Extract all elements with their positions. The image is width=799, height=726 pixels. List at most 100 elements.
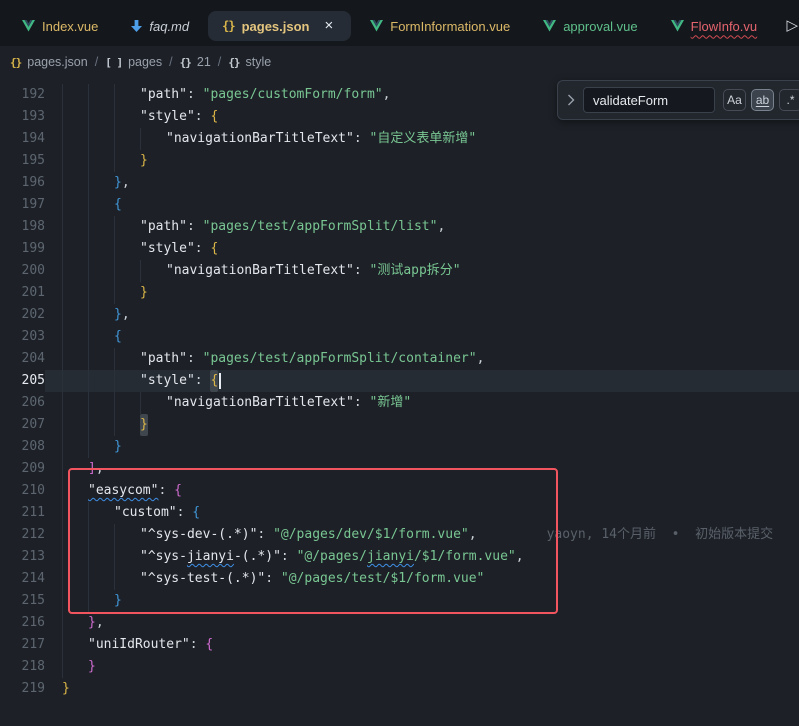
- indent-guides: [62, 106, 140, 128]
- tab-FlowInfo.vu[interactable]: FlowInfo.vu: [657, 12, 771, 41]
- code-token: "path": [140, 84, 187, 106]
- code-line-204[interactable]: 204"path": "pages/test/appFormSplit/cont…: [0, 348, 799, 370]
- code-token: "@/pages/dev/$1/form.vue": [273, 524, 469, 546]
- code-token: "path": [140, 348, 187, 370]
- braces-icon: {}: [10, 56, 21, 69]
- breadcrumb-item-21[interactable]: {}21: [180, 55, 211, 69]
- find-widget: Aaab .*: [557, 80, 799, 120]
- indent-guides: [62, 634, 88, 656]
- breadcrumb-item-style[interactable]: {}style: [228, 55, 271, 69]
- code-line-207[interactable]: 207}: [0, 414, 799, 436]
- code-line-213[interactable]: 213"^sys-jianyi-(.*)": "@/pages/jianyi/$…: [0, 546, 799, 568]
- line-content: "uniIdRouter": {: [45, 634, 799, 656]
- regex-button[interactable]: .*: [779, 89, 799, 111]
- code-token: "@/pages/test/$1/form.vue": [281, 568, 485, 590]
- tab-approval.vue[interactable]: approval.vue: [529, 12, 651, 41]
- regex-button-label: .*: [786, 93, 794, 107]
- code-line-208[interactable]: 208}: [0, 436, 799, 458]
- code-line-199[interactable]: 199"style": {: [0, 238, 799, 260]
- indent-guides: [62, 216, 140, 238]
- breadcrumb-item-pages[interactable]: [ ]pages: [105, 55, 162, 69]
- braces-icon: {}: [228, 56, 239, 69]
- line-content: }: [45, 282, 799, 304]
- match-case-button-label: Aa: [727, 93, 742, 107]
- whole-word-button[interactable]: ab: [751, 89, 774, 111]
- code-line-210[interactable]: 210"easycom": {: [0, 480, 799, 502]
- code-line-215[interactable]: 215}: [0, 590, 799, 612]
- indent-guides: [62, 282, 140, 304]
- json-icon: {}: [222, 19, 234, 33]
- editor-pane: 192"path": "pages/customForm/form",193"s…: [0, 78, 799, 726]
- tab-FormInformation.vue[interactable]: FormInformation.vue: [356, 12, 524, 41]
- code-token: {: [174, 480, 182, 502]
- code-token: "pages/customForm/form": [203, 84, 383, 106]
- code-token: "custom": [114, 502, 177, 524]
- line-number: 212: [0, 524, 45, 546]
- match-case-button[interactable]: Aa: [723, 89, 746, 111]
- code-line-206[interactable]: 206"navigationBarTitleText": "新增": [0, 392, 799, 414]
- line-content: "navigationBarTitleText": "自定义表单新增": [45, 128, 799, 150]
- code-line-198[interactable]: 198"path": "pages/test/appFormSplit/list…: [0, 216, 799, 238]
- toggle-replace-chevron-icon[interactable]: [567, 94, 575, 106]
- code-line-212[interactable]: 212"^sys-dev-(.*)": "@/pages/dev/$1/form…: [0, 524, 799, 546]
- code-line-205[interactable]: 205"style": {: [0, 370, 799, 392]
- code-line-195[interactable]: 195}: [0, 150, 799, 172]
- code-token: "navigationBarTitleText": [166, 128, 354, 150]
- line-number: 208: [0, 436, 45, 458]
- code-line-200[interactable]: 200"navigationBarTitleText": "测试app拆分": [0, 260, 799, 282]
- code-line-211[interactable]: 211"custom": {: [0, 502, 799, 524]
- tab-Index.vue[interactable]: Index.vue: [8, 12, 112, 41]
- line-content: }: [45, 656, 799, 678]
- line-content: }: [45, 436, 799, 458]
- code-line-203[interactable]: 203{: [0, 326, 799, 348]
- indent-guides: [62, 150, 140, 172]
- code-line-216[interactable]: 216},: [0, 612, 799, 634]
- code-token: :: [354, 260, 370, 282]
- code-token: {: [210, 238, 218, 260]
- code-line-196[interactable]: 196},: [0, 172, 799, 194]
- line-content: },: [45, 304, 799, 326]
- indent-guides: [62, 436, 114, 458]
- code-area[interactable]: 192"path": "pages/customForm/form",193"s…: [0, 78, 799, 700]
- code-token: :: [195, 106, 211, 128]
- code-line-219[interactable]: 219}: [0, 678, 799, 700]
- code-line-201[interactable]: 201}: [0, 282, 799, 304]
- code-token: "style": [140, 370, 195, 392]
- code-token: "style": [140, 106, 195, 128]
- tab-faq.md[interactable]: faq.md: [117, 12, 203, 41]
- code-line-197[interactable]: 197{: [0, 194, 799, 216]
- code-token: :: [187, 216, 203, 238]
- code-token: /$1/form.vue": [414, 546, 516, 568]
- indent-guides: [62, 348, 140, 370]
- breadcrumb-item-pages.json[interactable]: {}pages.json: [10, 55, 88, 69]
- breadcrumb-separator: /: [218, 55, 221, 69]
- code-token: }: [140, 282, 148, 304]
- code-token: :: [265, 568, 281, 590]
- code-token: }: [114, 172, 122, 194]
- find-input[interactable]: [583, 87, 715, 113]
- code-line-217[interactable]: 217"uniIdRouter": {: [0, 634, 799, 656]
- run-button[interactable]: ▷: [786, 16, 798, 34]
- code-line-214[interactable]: 214 "^sys-test-(.*)": "@/pages/test/$1/fo…: [0, 568, 799, 590]
- close-icon[interactable]: ×: [321, 18, 338, 34]
- breadcrumb-label: pages: [128, 55, 162, 69]
- code-line-202[interactable]: 202},: [0, 304, 799, 326]
- line-number: 195: [0, 150, 45, 172]
- tab-pages.json[interactable]: {}pages.json×: [208, 11, 351, 41]
- code-token: "^sys-test-(.*)": [140, 568, 265, 590]
- code-token: ,: [469, 524, 477, 546]
- line-content: "^sys-jianyi-(.*)": "@/pages/jianyi/$1/f…: [45, 546, 799, 568]
- indent-guides: [62, 656, 88, 678]
- code-line-209[interactable]: 209],: [0, 458, 799, 480]
- code-line-218[interactable]: 218}: [0, 656, 799, 678]
- code-token: :: [195, 370, 211, 392]
- code-line-194[interactable]: 194"navigationBarTitleText": "自定义表单新增": [0, 128, 799, 150]
- line-number: 214: [0, 568, 45, 590]
- code-token: }: [114, 436, 122, 458]
- tab-label: FlowInfo.vu: [691, 19, 757, 34]
- line-number: 196: [0, 172, 45, 194]
- code-token: "新增": [370, 392, 412, 414]
- code-token: jianyi: [367, 546, 414, 568]
- indent-guides: [62, 194, 114, 216]
- code-token: :: [195, 238, 211, 260]
